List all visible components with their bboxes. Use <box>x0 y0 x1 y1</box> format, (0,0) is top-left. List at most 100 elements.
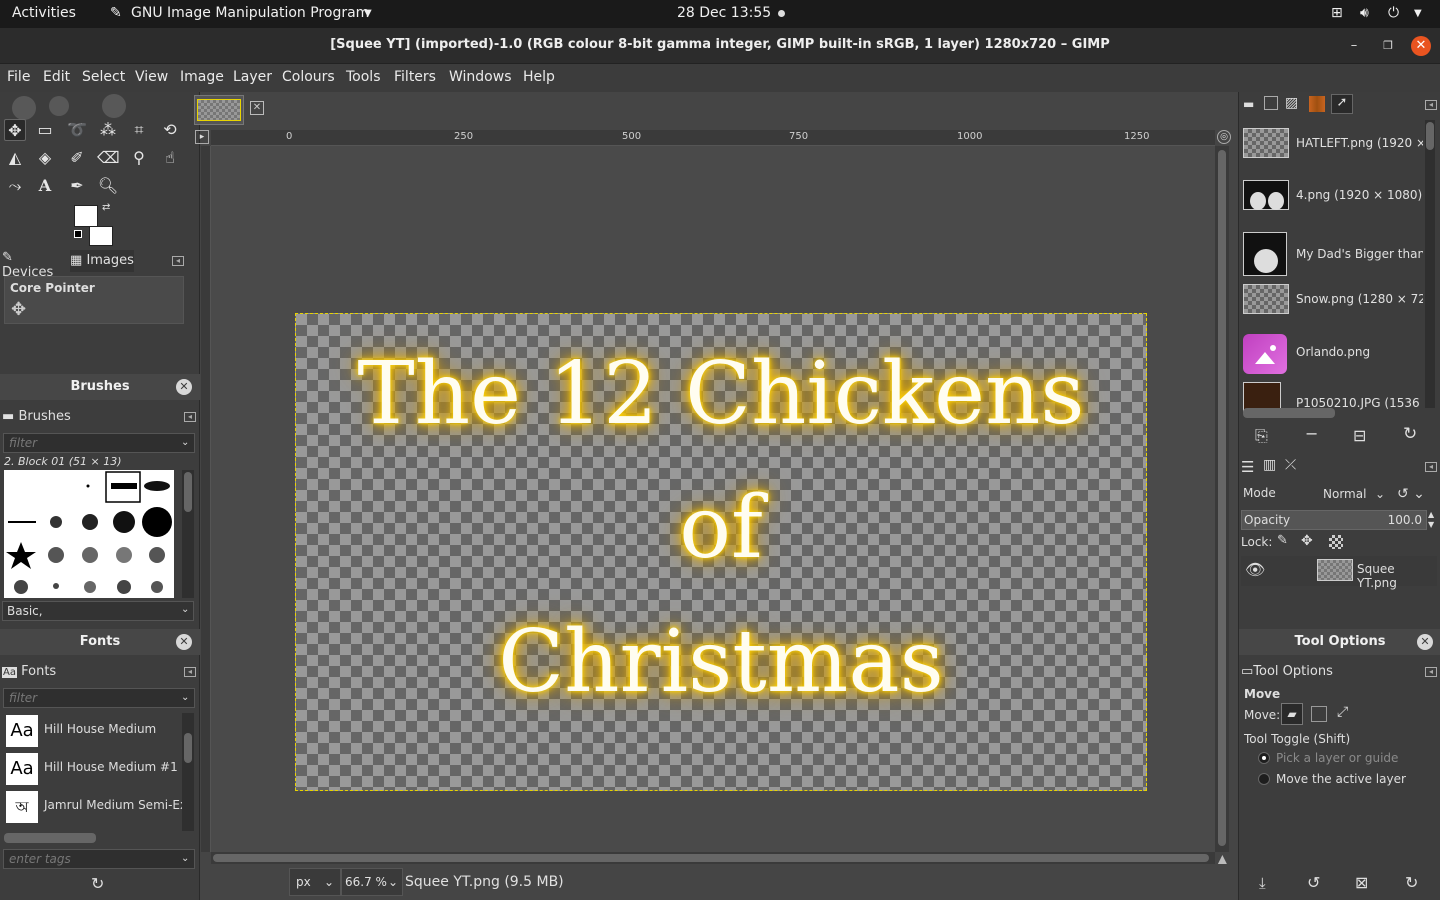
system-menu-chevron-icon[interactable]: ▼ <box>1414 8 1422 19</box>
foreground-color-swatch[interactable] <box>74 205 98 227</box>
font-item[interactable]: Aa Hill House Medium #1 <box>4 751 182 787</box>
tab-brushes[interactable]: ▬ Brushes <box>2 406 72 428</box>
brushes-menu-icon[interactable]: ◂ <box>184 412 196 422</box>
raise-image-icon[interactable]: ⎘ <box>1255 426 1268 446</box>
tab-fonts[interactable]: Aa Fonts <box>2 661 58 683</box>
menu-file[interactable]: File <box>7 69 30 85</box>
transform-tool-icon[interactable]: ⟲ <box>159 119 181 141</box>
menu-help[interactable]: Help <box>523 69 555 85</box>
image-list-item[interactable]: My Dad's Bigger than Y <box>1243 232 1423 278</box>
maximize-icon[interactable]: ❐ <box>1378 36 1398 56</box>
rect-select-tool-icon[interactable]: ▭ <box>34 119 56 141</box>
crop-tool-icon[interactable]: ⌗ <box>128 119 150 141</box>
filter-chevron-icon[interactable]: ⌄ <box>181 437 189 448</box>
images-tab-icon[interactable]: ➚ <box>1331 94 1353 114</box>
mode-switch-icon[interactable]: ↺ ⌄ <box>1391 482 1435 506</box>
font-filter-input[interactable]: filter <box>3 688 195 708</box>
lock-alpha-icon[interactable] <box>1329 535 1343 549</box>
radio-pick-layer[interactable] <box>1258 752 1270 764</box>
brush-tags-input[interactable]: Basic, <box>2 601 194 621</box>
clone-tool-icon[interactable]: ⚲ <box>128 147 150 169</box>
delete-tool-preset-icon[interactable]: ⊠ <box>1355 873 1368 892</box>
close-fonts-icon[interactable]: ✕ <box>176 634 192 650</box>
zoom-select[interactable]: 66.7 % ⌄ <box>341 868 403 896</box>
zoom-tool-icon[interactable]: 🔍︎ <box>97 175 119 197</box>
right-dock-menu-icon[interactable]: ◂ <box>1425 100 1437 110</box>
horizontal-scrollbar[interactable] <box>211 852 1215 864</box>
radio-move-active-layer[interactable] <box>1258 773 1270 785</box>
tool-options-menu-icon[interactable]: ◂ <box>1425 667 1437 677</box>
pattern-tab-icon[interactable] <box>1264 96 1278 110</box>
vscroll-thumb[interactable] <box>1218 150 1226 846</box>
font-hscroll-thumb[interactable] <box>4 833 96 843</box>
mode-select[interactable]: Normal ⌄ <box>1317 482 1387 506</box>
reset-tool-options-icon[interactable]: ↻ <box>1405 873 1418 892</box>
layer-row[interactable]: 👁︎ Squee YT.png <box>1241 556 1437 590</box>
activities-button[interactable]: Activities <box>12 5 76 21</box>
background-color-swatch[interactable] <box>89 226 113 246</box>
color-picker-tool-icon[interactable]: ✒ <box>66 175 88 197</box>
fuzzy-select-tool-icon[interactable]: ⁂ <box>97 119 119 141</box>
dock-menu-icon[interactable]: ◂ <box>172 256 184 266</box>
move-tool-icon[interactable]: ✥ <box>4 119 26 141</box>
power-icon[interactable]: ⏻ <box>1388 5 1399 21</box>
palette-tab-icon[interactable] <box>1309 96 1325 112</box>
font-scrollbar[interactable] <box>182 713 194 831</box>
tab-images[interactable]: ▦ Images <box>70 250 134 272</box>
quick-mask-menu-icon[interactable]: ▸ <box>195 130 209 144</box>
vertical-scrollbar[interactable] <box>1215 146 1229 852</box>
restore-tool-preset-icon[interactable]: ↺ <box>1307 873 1320 892</box>
app-menu-button[interactable]: GNU Image Manipulation Program <box>131 5 369 21</box>
warp-tool-icon[interactable]: ◭ <box>4 147 26 169</box>
core-pointer-item[interactable]: Core Pointer ✥ <box>4 276 184 324</box>
brush-filter-input[interactable]: filter <box>3 433 195 453</box>
opacity-spinner-icon[interactable]: ▲ ▼ <box>1428 510 1438 530</box>
menu-view[interactable]: View <box>135 69 168 85</box>
zoom-fit-icon[interactable]: ◎ <box>1217 130 1231 144</box>
image-tab-thumbnail[interactable] <box>194 95 244 125</box>
paths-tool-icon[interactable]: ⤳ <box>4 175 26 197</box>
channels-tab-icon[interactable]: ▥ <box>1263 457 1276 473</box>
font-tags-chevron-icon[interactable]: ⌄ <box>181 853 189 864</box>
menu-edit[interactable]: Edit <box>43 69 70 85</box>
new-view-icon[interactable]: ⊟ <box>1353 426 1366 445</box>
layer-name[interactable]: Squee YT.png <box>1357 562 1437 590</box>
image-list-item[interactable]: 4.png (1920 × 1080) <box>1243 180 1423 216</box>
lock-pixels-icon[interactable]: ✎ <box>1277 533 1288 548</box>
move-layer-icon[interactable]: ▰ <box>1281 703 1303 725</box>
remove-image-icon[interactable]: − <box>1305 424 1318 443</box>
font-item[interactable]: অ Jamrul Medium Semi-Ex <box>4 789 182 825</box>
brush-tags-chevron-icon[interactable]: ⌄ <box>181 604 189 615</box>
brush-scrollbar[interactable] <box>182 470 194 598</box>
close-brushes-icon[interactable]: ✕ <box>176 379 192 395</box>
bucket-fill-tool-icon[interactable]: ◈ <box>34 147 56 169</box>
refresh-images-icon[interactable]: ↻ <box>1403 424 1417 444</box>
image-canvas[interactable]: The 12 Chickens of Christmas <box>295 313 1147 791</box>
save-tool-preset-icon[interactable]: ⤓ <box>1259 874 1266 892</box>
eraser-tool-icon[interactable]: ⌫ <box>97 147 120 169</box>
minimize-icon[interactable]: – <box>1344 36 1364 56</box>
layers-tab-icon[interactable]: ☰ <box>1241 458 1254 476</box>
close-window-button[interactable]: ✕ <box>1411 36 1431 56</box>
smudge-tool-icon[interactable]: ☝ <box>159 147 181 169</box>
menu-filters[interactable]: Filters <box>394 69 436 85</box>
fonts-menu-icon[interactable]: ◂ <box>184 667 196 677</box>
tab-tool-options[interactable]: ▭Tool Options <box>1241 661 1337 683</box>
paintbrush-tool-icon[interactable]: ✐ <box>66 147 88 169</box>
lock-position-icon[interactable]: ✥ <box>1301 533 1313 549</box>
layers-menu-icon[interactable]: ◂ <box>1425 462 1437 472</box>
font-item[interactable]: Aa Hill House Medium <box>4 713 182 749</box>
volume-icon[interactable]: 🔊︎ <box>1360 5 1369 21</box>
hscroll-thumb[interactable] <box>213 854 1209 862</box>
move-selection-icon[interactable] <box>1311 706 1327 722</box>
tab-devices[interactable]: ✎ Devices <box>2 250 68 280</box>
close-image-tab-icon[interactable]: ✕ <box>250 101 264 115</box>
image-list-item[interactable]: HATLEFT.png (1920 × 1 <box>1243 128 1423 164</box>
default-colors-icon[interactable] <box>74 230 82 238</box>
font-filter-chevron-icon[interactable]: ⌄ <box>181 692 189 703</box>
brush-grid[interactable] <box>4 470 174 598</box>
option-pick-layer[interactable]: Pick a layer or guide <box>1276 751 1398 765</box>
image-list-hscroll[interactable] <box>1243 408 1335 418</box>
gradient-tab-icon[interactable]: ▨ <box>1285 95 1298 111</box>
brush-tab-icon[interactable]: ▬ <box>1243 97 1254 111</box>
